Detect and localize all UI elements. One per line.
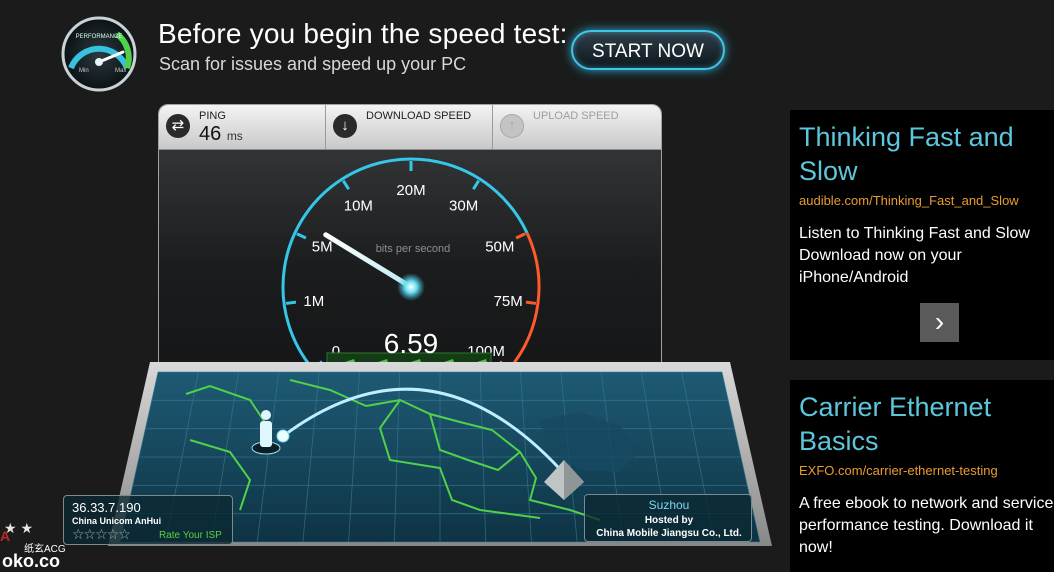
gauge-tick-label: 5M — [312, 239, 333, 256]
gauge-tick-label: 50M — [485, 239, 514, 256]
speedometer: 01M5M10M20M30M50M75M100M bits per second… — [281, 157, 541, 376]
download-speed-label: DOWNLOAD SPEED — [366, 110, 472, 122]
ping-metric: ⇄ PING 46 ms — [159, 105, 325, 149]
upload-speed-metric: ↑ UPLOAD SPEED — [493, 105, 659, 149]
gauge-label: PERFORMANCE — [76, 34, 123, 40]
gauge-tick-label: 30M — [449, 197, 478, 214]
ad-url[interactable]: audible.com/Thinking_Fast_and_Slow — [799, 193, 1019, 208]
gauge-tick — [472, 179, 480, 190]
gauge-tick — [342, 179, 350, 190]
upload-arrow-icon: ↑ — [500, 114, 524, 138]
gauge-tick-label: 75M — [494, 293, 523, 310]
ad-body: A free ebook to network and service perf… — [799, 495, 1054, 556]
isp-info-box: 36.33.7.190 China Unicom AnHui ☆☆☆☆☆ Rat… — [63, 495, 233, 545]
server-info-box[interactable]: Suzhou Hosted by China Mobile Jiangsu Co… — [584, 494, 752, 542]
gauge-tick-label: 1M — [303, 293, 324, 310]
gauge-tick — [525, 300, 537, 305]
ad-body: Listen to Thinking Fast and Slow Downloa… — [799, 225, 1030, 286]
isp-ip-address: 36.33.7.190 — [72, 500, 141, 515]
isp-rating-stars[interactable]: ☆☆☆☆☆ — [72, 526, 131, 543]
ad-title[interactable]: Carrier Ethernet Basics — [799, 390, 1049, 458]
upload-speed-label: UPLOAD SPEED — [533, 110, 619, 122]
gauge-tick — [285, 300, 297, 305]
server-host-name: China Mobile Jiangsu Co., Ltd. — [596, 528, 742, 539]
ping-value: 46 ms — [199, 123, 243, 145]
ping-arrows-icon: ⇄ — [166, 114, 190, 138]
ad-thinking-fast-slow[interactable]: Thinking Fast and Slow audible.com/Think… — [790, 110, 1054, 360]
banner-title: Before you begin the speed test: — [158, 18, 568, 49]
gauge-max-label: Max — [115, 68, 126, 74]
performance-gauge-icon: PERFORMANCE Min Max — [61, 16, 137, 92]
gauge-min-label: Min — [79, 68, 89, 74]
chevron-right-icon[interactable]: › — [920, 303, 959, 342]
server-hosted-label: Hosted by — [644, 515, 694, 526]
start-now-button[interactable]: START NOW — [571, 30, 725, 70]
watermark-domain: oko.co — [2, 551, 61, 571]
server-city: Suzhou — [648, 498, 690, 512]
gauge-tick-label: 20M — [396, 182, 425, 199]
units-label: bits per second — [376, 243, 451, 255]
needle-hub — [397, 273, 425, 301]
download-speed-metric: ↓ DOWNLOAD SPEED — [326, 105, 492, 149]
watermark-stars: ★ ★ — [4, 520, 33, 536]
gauge-tick — [296, 232, 307, 240]
ad-title[interactable]: Thinking Fast and Slow — [799, 120, 1049, 188]
rate-isp-link[interactable]: Rate Your ISP — [159, 530, 222, 541]
speed-reading: 6.59 — [384, 328, 439, 359]
gauge-tick — [515, 232, 526, 240]
ad-url[interactable]: EXFO.com/carrier-ethernet-testing — [799, 463, 998, 478]
isp-name: China Unicom AnHui — [72, 516, 162, 526]
gauge-tick-label: 10M — [344, 197, 373, 214]
speed-test-panel: ⇄ PING 46 ms ↓ DOWNLOAD SPEED ↑ UPLOAD S… — [158, 104, 662, 380]
metrics-bar: ⇄ PING 46 ms ↓ DOWNLOAD SPEED ↑ UPLOAD S… — [159, 105, 661, 150]
ping-label: PING — [199, 110, 226, 122]
banner-subtitle: Scan for issues and speed up your PC — [159, 54, 467, 74]
ad-carrier-ethernet[interactable]: Carrier Ethernet Basics EXFO.com/carrier… — [790, 380, 1054, 572]
download-arrow-icon: ↓ — [333, 114, 357, 138]
